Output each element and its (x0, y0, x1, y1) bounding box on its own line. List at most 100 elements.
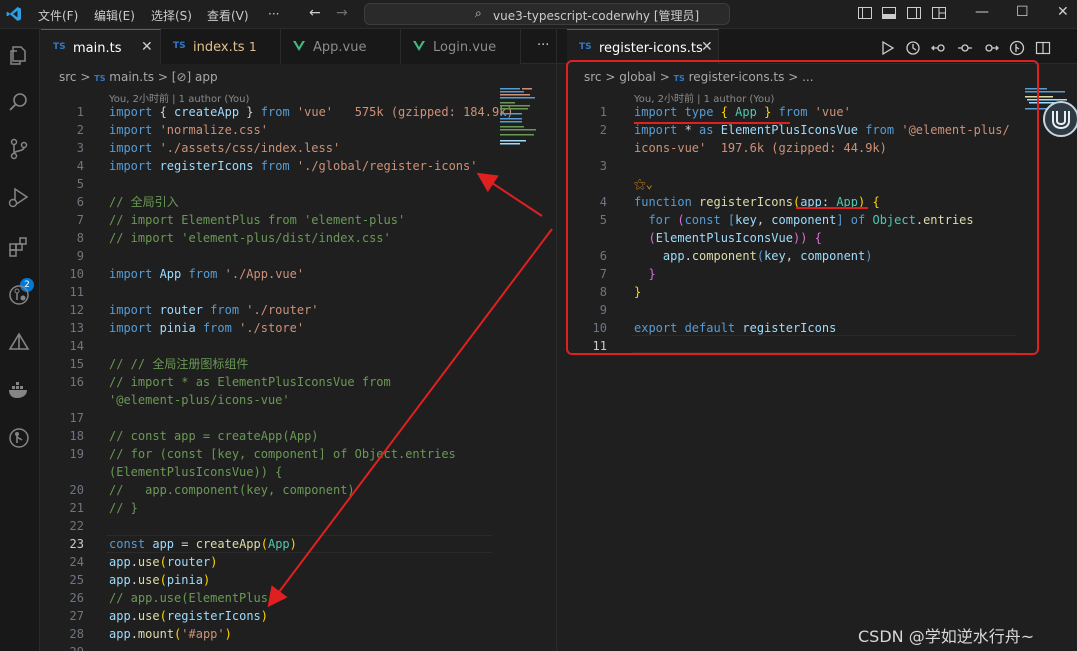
tab-login-vue[interactable]: Login.vue (401, 29, 521, 64)
tab-register-icons-ts[interactable]: TS register-icons.ts ✕ (567, 29, 719, 64)
go-forward-icon[interactable] (983, 40, 999, 56)
gitlens-icon[interactable] (7, 283, 31, 307)
code-line[interactable]: import './assets/css/index.less' (109, 139, 340, 157)
code-line[interactable]: // 全局引入 (109, 193, 179, 211)
close-tab-icon[interactable]: ✕ (141, 39, 153, 55)
line-number[interactable]: 9 (54, 247, 84, 265)
line-number[interactable]: 2 (54, 121, 84, 139)
line-number[interactable]: 23 (54, 535, 84, 553)
breadcrumb-symbol[interactable]: [⊘] app (172, 70, 218, 84)
code-token: . (130, 555, 138, 569)
line-number[interactable]: 4 (54, 157, 84, 175)
toggle-primary-sidebar-icon[interactable] (857, 5, 873, 21)
line-number[interactable]: 11 (54, 283, 84, 301)
source-control-icon[interactable] (7, 137, 31, 161)
commit-icon[interactable] (957, 40, 973, 56)
line-number[interactable]: 26 (54, 589, 84, 607)
line-number[interactable]: 12 (54, 301, 84, 319)
forward-arrow-icon[interactable]: → (336, 5, 348, 21)
line-number[interactable]: 1 (54, 103, 84, 121)
menu-view[interactable]: 查看(V) (207, 7, 249, 24)
code-line[interactable]: import { createApp } from 'vue' 575k (gz… (109, 103, 514, 121)
code-line[interactable]: import 'normalize.css' (109, 121, 268, 139)
back-arrow-icon[interactable]: ← (309, 5, 321, 21)
line-number[interactable]: 15 (54, 355, 84, 373)
tab-app-vue[interactable]: App.vue (281, 29, 401, 64)
code-token: pinia (152, 321, 196, 335)
docker-icon[interactable] (7, 378, 31, 402)
code-line[interactable]: // import ElementPlus from 'element-plus… (109, 211, 405, 229)
line-number[interactable]: 27 (54, 607, 84, 625)
code-line[interactable]: // import * as ElementPlusIconsVue from (109, 373, 391, 391)
line-number[interactable]: 17 (54, 409, 84, 427)
line-number[interactable]: 19 (54, 445, 84, 463)
menu-file[interactable]: 文件(F) (38, 7, 78, 24)
extensions-icon[interactable] (7, 235, 31, 259)
code-line[interactable]: // app.use(ElementPlus) (109, 589, 275, 607)
close-tab-icon[interactable]: ✕ (701, 39, 713, 55)
line-number[interactable]: 20 (54, 481, 84, 499)
menu-more[interactable]: ··· (268, 7, 279, 21)
code-line[interactable]: (ElementPlusIconsVue)) { (109, 463, 282, 481)
split-editor-icon[interactable] (1035, 40, 1051, 56)
line-number[interactable]: 22 (54, 517, 84, 535)
code-line[interactable]: // const app = createApp(App) (109, 427, 319, 445)
gitlens-icon[interactable] (1009, 40, 1025, 56)
more-actions-icon[interactable]: ··· (537, 38, 549, 53)
breadcrumb-file[interactable]: main.ts (109, 70, 154, 84)
maximize-icon[interactable]: ☐ (1016, 4, 1029, 20)
breadcrumb-folder[interactable]: src (59, 70, 77, 84)
left-minimap[interactable] (500, 88, 550, 148)
vscode-logo-icon[interactable] (6, 6, 22, 22)
line-number[interactable]: 8 (54, 229, 84, 247)
code-line[interactable]: app.use(pinia) (109, 571, 210, 589)
timeline-icon[interactable] (905, 40, 921, 56)
git-graph-icon[interactable] (7, 426, 31, 450)
line-number[interactable]: 14 (54, 337, 84, 355)
go-back-icon[interactable] (931, 40, 947, 56)
code-line[interactable]: app.use(registerIcons) (109, 607, 268, 625)
floating-assistant-icon[interactable] (1043, 101, 1077, 137)
code-line[interactable]: app.use(router) (109, 553, 217, 571)
line-number[interactable]: 5 (54, 175, 84, 193)
code-line[interactable]: // // 全局注册图标组件 (109, 355, 248, 373)
line-number[interactable]: 24 (54, 553, 84, 571)
toggle-panel-icon[interactable] (881, 5, 897, 21)
line-number[interactable]: 3 (54, 139, 84, 157)
code-line[interactable]: import registerIcons from './global/regi… (109, 157, 477, 175)
customize-layout-icon[interactable] (931, 5, 947, 21)
code-line[interactable]: app.mount('#app') (109, 625, 232, 643)
code-line[interactable]: import router from './router' (109, 301, 319, 319)
line-number[interactable]: 10 (54, 265, 84, 283)
close-icon[interactable]: ✕ (1057, 4, 1069, 20)
remote-icon[interactable] (7, 331, 31, 355)
tab-index-ts[interactable]: TS index.ts 1 (161, 29, 281, 64)
command-center-search[interactable]: ⌕ vue3-typescript-coderwhy [管理员] (364, 3, 730, 25)
line-number[interactable]: 7 (54, 211, 84, 229)
editor-group-divider[interactable] (556, 29, 557, 651)
line-number[interactable]: 16 (54, 373, 84, 391)
code-line[interactable]: // app.component(key, component) (109, 481, 355, 499)
line-number[interactable]: 21 (54, 499, 84, 517)
code-line[interactable]: // import 'element-plus/dist/index.css' (109, 229, 391, 247)
line-number[interactable]: 13 (54, 319, 84, 337)
code-line[interactable]: // for (const [key, component] of Object… (109, 445, 456, 463)
line-number[interactable]: 29 (54, 643, 84, 651)
explorer-icon[interactable] (7, 43, 31, 67)
code-line[interactable]: // } (109, 499, 138, 517)
line-number[interactable]: 18 (54, 427, 84, 445)
minimize-icon[interactable]: — (975, 4, 989, 20)
line-number[interactable]: 6 (54, 193, 84, 211)
line-number[interactable]: 28 (54, 625, 84, 643)
code-line[interactable]: import pinia from './store' (109, 319, 304, 337)
menu-edit[interactable]: 编辑(E) (94, 7, 135, 24)
code-line[interactable]: '@element-plus/icons-vue' (109, 391, 290, 409)
run-debug-icon[interactable] (7, 185, 31, 209)
tab-main-ts[interactable]: TS main.ts ✕ (41, 29, 161, 64)
line-number[interactable]: 25 (54, 571, 84, 589)
code-line[interactable]: import App from './App.vue' (109, 265, 304, 283)
search-icon[interactable] (7, 90, 31, 114)
menu-selection[interactable]: 选择(S) (151, 7, 192, 24)
run-icon[interactable] (879, 40, 895, 56)
toggle-secondary-sidebar-icon[interactable] (906, 5, 922, 21)
